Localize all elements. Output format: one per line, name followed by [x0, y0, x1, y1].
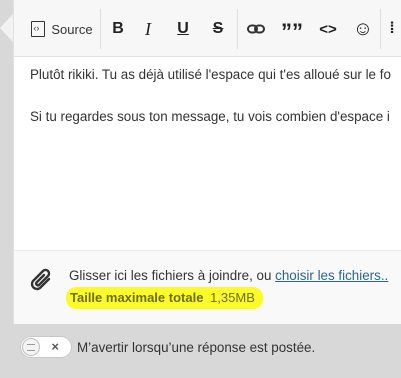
quote-button[interactable]: ”” [274, 12, 310, 46]
emoji-button[interactable]: ☺ [345, 12, 381, 46]
attachment-dropzone[interactable]: Glisser ici les fichiers à joindre, ou c… [14, 250, 401, 324]
notify-toggle[interactable]: × [20, 336, 72, 358]
notify-option: × M’avertir lorsqu’une réponse est posté… [20, 336, 315, 358]
message-body[interactable]: Plutôt rikiki. Tu as déjà utilisé l'espa… [30, 65, 401, 149]
link-button[interactable] [238, 12, 274, 46]
toolbar-separator [380, 9, 381, 49]
editor-toolbar: Source B I U S ”” <> ☺ ⁞ [14, 0, 401, 57]
source-label: Source [51, 21, 93, 37]
message-paragraph: Si tu regardes sous ton message, tu vois… [30, 109, 390, 124]
more-options-button[interactable]: ⁞ [382, 12, 401, 46]
message-editor: Source B I U S ”” <> ☺ ⁞ Plutôt rikiki. … [13, 0, 401, 324]
paperclip-icon [30, 268, 51, 291]
drop-text: Glisser ici les fichiers à joindre, ou [69, 268, 276, 283]
source-button[interactable]: Source [24, 12, 100, 46]
max-size-value: 1,35MB [210, 290, 255, 305]
smiley-icon: ☺ [352, 17, 374, 40]
notify-label: M’avertir lorsqu’une réponse est postée. [77, 339, 316, 355]
message-paragraph: Plutôt rikiki. Tu as déjà utilisé l'espa… [30, 67, 391, 82]
code-button[interactable]: <> [310, 12, 346, 46]
quote-icon: ”” [281, 19, 303, 44]
panel-pointer [0, 14, 13, 42]
more-icon: ⁞ [389, 20, 395, 37]
strikethrough-button[interactable]: S [200, 12, 236, 46]
link-icon [247, 24, 265, 34]
toggle-knob [22, 338, 40, 356]
italic-button[interactable]: I [130, 12, 166, 46]
source-code-icon [31, 21, 46, 37]
choose-files-link[interactable]: choisir les fichiers.. [275, 268, 388, 283]
toggle-off-icon: × [51, 339, 59, 354]
underline-button[interactable]: U [165, 12, 201, 46]
max-size-info: Taille maximale totale 1,35MB [66, 287, 263, 309]
max-size-label: Taille maximale totale [70, 290, 204, 305]
drop-instructions: Glisser ici les fichiers à joindre, ou c… [69, 268, 388, 283]
code-icon: <> [319, 20, 337, 38]
